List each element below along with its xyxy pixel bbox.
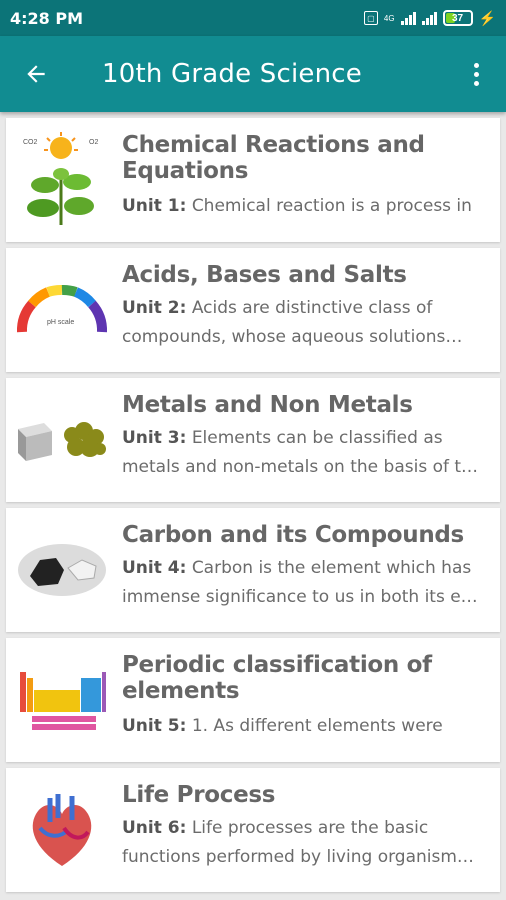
list-item[interactable]: Periodic classification of elements Unit… [6, 638, 500, 762]
unit-title: Metals and Non Metals [122, 392, 413, 418]
unit-title: Periodic classification of elements [122, 652, 432, 704]
unit-text: 1. As different elements were [191, 716, 443, 736]
card-body: Carbon and its Compounds Unit 4: Carbon … [118, 508, 500, 632]
charging-icon: ⚡ [478, 9, 496, 26]
signal-icon [400, 11, 416, 25]
app-bar: 10th Grade Science [0, 36, 506, 112]
page-title: 10th Grade Science [102, 59, 362, 89]
unit-number: Unit 1: [122, 196, 187, 216]
svg-text:pH scale: pH scale [47, 319, 74, 326]
back-button[interactable] [0, 36, 72, 112]
periodic-table-icon [6, 638, 118, 762]
svg-text:O2: O2 [89, 139, 98, 146]
list-item[interactable]: Carbon and its Compounds Unit 4: Carbon … [6, 508, 500, 632]
unit-title: Carbon and its Compounds [122, 522, 464, 548]
list-item[interactable]: CO2 O2 Chemical Reactions and Equations … [6, 118, 500, 242]
card-body: Life Process Unit 6: Life processes are … [118, 768, 500, 892]
plant-photosynthesis-icon: CO2 O2 [6, 118, 118, 242]
card-body: Metals and Non Metals Unit 3: Elements c… [118, 378, 500, 502]
arrow-back-icon [27, 65, 45, 83]
unit-description: Unit 4: Carbon is the element which has … [122, 554, 484, 612]
network-type: 4G [383, 13, 395, 23]
carbon-rocks-icon [6, 508, 118, 632]
status-time: 4:28 PM [10, 8, 84, 28]
more-options-button[interactable] [446, 36, 506, 112]
unit-description: Unit 1: Chemical reaction is a process i… [122, 192, 484, 221]
status-icons: ▢ 4G 37 ⚡ [363, 9, 496, 27]
svg-text:CO2: CO2 [23, 139, 38, 146]
unit-number: Unit 4: [122, 558, 187, 578]
heart-icon [6, 768, 118, 892]
list-item[interactable]: pH scale Acids, Bases and Salts Unit 2: … [6, 248, 500, 372]
ph-scale-icon: pH scale [6, 248, 118, 372]
unit-description: Unit 6: Life processes are the basic fun… [122, 814, 484, 872]
unit-number: Unit 2: [122, 298, 187, 318]
battery-level: 37 [452, 12, 464, 24]
list-item[interactable]: Life Process Unit 6: Life processes are … [6, 768, 500, 892]
card-body: Periodic classification of elements Unit… [118, 638, 500, 762]
unit-number: Unit 3: [122, 428, 187, 448]
unit-number: Unit 6: [122, 818, 187, 838]
unit-title: Acids, Bases and Salts [122, 262, 407, 288]
battery-icon: 37 [442, 10, 473, 26]
metal-cube-icon [6, 378, 118, 502]
unit-description: Unit 3: Elements can be classified as me… [122, 424, 484, 482]
sim-icon: ▢ [363, 11, 378, 25]
unit-text: Chemical reaction is a process in [191, 196, 472, 216]
unit-title: Chemical Reactions and Equations [122, 132, 425, 184]
signal-icon-2 [421, 11, 437, 25]
list-item[interactable]: Metals and Non Metals Unit 3: Elements c… [6, 378, 500, 502]
unit-description: Unit 5: 1. As different elements were [122, 712, 484, 741]
card-body: Chemical Reactions and Equations Unit 1:… [118, 118, 500, 242]
card-body: Acids, Bases and Salts Unit 2: Acids are… [118, 248, 500, 372]
unit-description: Unit 2: Acids are distinctive class of c… [122, 294, 484, 352]
unit-list: CO2 O2 Chemical Reactions and Equations … [6, 118, 500, 898]
unit-title: Life Process [122, 782, 276, 808]
unit-number: Unit 5: [122, 716, 187, 736]
status-bar: 4:28 PM ▢ 4G 37 ⚡ [0, 0, 506, 36]
